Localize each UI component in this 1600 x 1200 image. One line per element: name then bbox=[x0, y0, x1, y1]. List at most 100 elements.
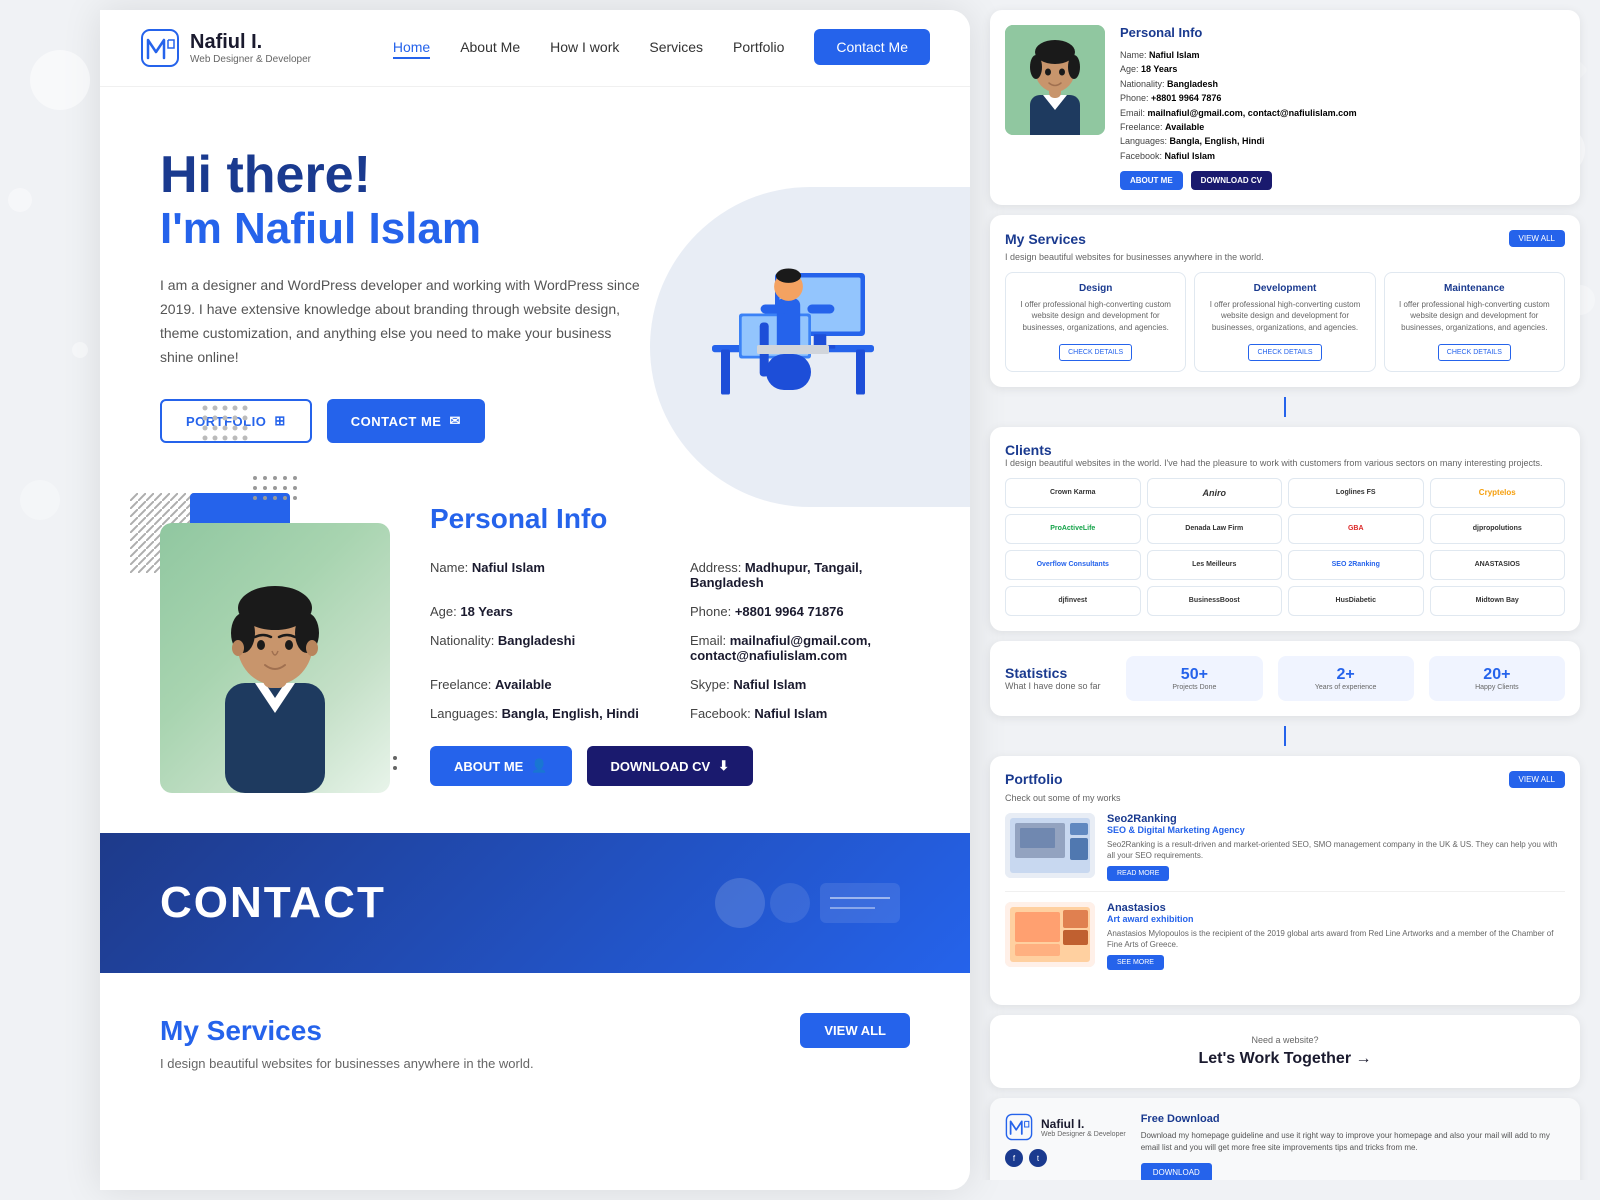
client-businessboost: BusinessBoost bbox=[1147, 586, 1283, 616]
work-together-subtitle: Need a website? bbox=[1010, 1035, 1560, 1045]
client-loglines: Loglines FS bbox=[1288, 478, 1424, 508]
work-together-section: Need a website? Let's Work Together → bbox=[990, 1015, 1580, 1088]
desk-illustration bbox=[640, 165, 910, 399]
about-me-button[interactable]: ABOUT ME 👤 bbox=[430, 746, 572, 786]
info-age: Age: 18 Years bbox=[430, 604, 650, 619]
service-design-desc: I offer professional high-converting cus… bbox=[1014, 299, 1177, 333]
right-services-title: My Services bbox=[1005, 231, 1086, 247]
service-dev-btn[interactable]: CHECK DETAILS bbox=[1248, 344, 1321, 361]
client-crown-karma: Crown Karma bbox=[1005, 478, 1141, 508]
service-maint-title: Maintenance bbox=[1393, 283, 1556, 294]
logo-name: Nafiul I. bbox=[190, 31, 262, 53]
divider-2 bbox=[1284, 726, 1286, 746]
nav-contact-me[interactable]: Contact Me bbox=[814, 29, 930, 65]
portfolio-item-1: Seo2Ranking SEO & Digital Marketing Agen… bbox=[1005, 813, 1565, 892]
right-panel: Personal Info Name: Nafiul Islam Age: 18… bbox=[970, 0, 1600, 1180]
portfolio-name-1: Seo2Ranking bbox=[1107, 813, 1565, 825]
nav-about-me[interactable]: About Me bbox=[460, 39, 520, 55]
footer-download-area: Free Download Download my homepage guide… bbox=[1141, 1113, 1565, 1180]
stats-title: Statistics bbox=[1005, 665, 1111, 681]
profile-photo-small bbox=[1005, 25, 1105, 135]
portfolio-thumb-2-svg bbox=[1005, 902, 1095, 967]
client-midtown: Midtown Bay bbox=[1430, 586, 1566, 616]
dots-grid bbox=[250, 473, 310, 523]
portfolio-desc-1: Seo2Ranking is a result-driven and marke… bbox=[1107, 839, 1565, 861]
portfolio-desc-2: Anastasios Mylopoulos is the recipient o… bbox=[1107, 928, 1565, 950]
client-overflow: Overflow Consultants bbox=[1005, 550, 1141, 580]
footer-free-title: Free Download bbox=[1141, 1113, 1565, 1125]
portfolio-title: Portfolio bbox=[1005, 771, 1063, 787]
services-header: My Services VIEW ALL bbox=[160, 1013, 910, 1048]
stat-experience-number: 2+ bbox=[1293, 666, 1399, 684]
services-section: My Services VIEW ALL I design beautiful … bbox=[100, 973, 970, 1121]
download-cv-button-label: DOWNLOAD CV bbox=[611, 759, 711, 774]
personal-info-section: Personal Info Name: Nafiul Islam Address… bbox=[100, 483, 970, 833]
twitter-icon[interactable]: t bbox=[1029, 1149, 1047, 1167]
client-djfinvest: djfinvest bbox=[1005, 586, 1141, 616]
main-website-panel: Nafiul I. Web Designer & Developer Home … bbox=[100, 10, 970, 1190]
logo-tagline: Web Designer & Developer bbox=[190, 54, 311, 65]
nav-home[interactable]: Home bbox=[393, 39, 430, 59]
portfolio-see-more-2[interactable]: SEE MORE bbox=[1107, 955, 1164, 970]
contact-banner: CONTACT bbox=[100, 833, 970, 973]
client-proactive: ProActiveLife bbox=[1005, 514, 1141, 544]
view-all-services-button[interactable]: VIEW ALL bbox=[800, 1013, 910, 1048]
stat-projects-label: Projects Done bbox=[1141, 684, 1247, 691]
client-anastasios: ANASTASIOS bbox=[1430, 550, 1566, 580]
contact-me-button[interactable]: CONTACT ME ✉ bbox=[327, 399, 485, 443]
service-maint-desc: I offer professional high-converting cus… bbox=[1393, 299, 1556, 333]
facebook-icon[interactable]: f bbox=[1005, 1149, 1023, 1167]
client-gba: GBA bbox=[1288, 514, 1424, 544]
portfolio-view-all-button[interactable]: VIEW ALL bbox=[1509, 771, 1565, 788]
download-cv-button[interactable]: DOWNLOAD CV ⬇ bbox=[587, 746, 754, 786]
portfolio-cat-1: SEO & Digital Marketing Agency bbox=[1107, 825, 1565, 835]
profile-about-button[interactable]: ABOUT ME bbox=[1120, 171, 1183, 190]
client-cryptelos: Cryptelos bbox=[1430, 478, 1566, 508]
info-facebook: Facebook: Nafiul Islam bbox=[690, 706, 910, 721]
about-me-button-label: ABOUT ME bbox=[454, 759, 523, 774]
info-grid: Name: Nafiul Islam Address: Madhupur, Ta… bbox=[430, 560, 910, 721]
personal-info-right: Personal Info Name: Nafiul Islam Address… bbox=[430, 503, 910, 786]
portfolio-thumb-2 bbox=[1005, 902, 1095, 967]
nav-links: Home About Me How I work Services Portfo… bbox=[393, 39, 930, 57]
stat-clients-number: 20+ bbox=[1444, 666, 1550, 684]
info-buttons: ABOUT ME 👤 DOWNLOAD CV ⬇ bbox=[430, 746, 910, 786]
client-husdiabetic: HusDiabetic bbox=[1288, 586, 1424, 616]
client-denada: Denada Law Firm bbox=[1147, 514, 1283, 544]
footer-left: Nafiul I. Web Designer & Developer f t bbox=[1005, 1113, 1126, 1180]
info-freelance: Freelance: Available bbox=[430, 677, 650, 692]
services-subtitle: I design beautiful websites for business… bbox=[160, 1056, 910, 1071]
service-card-design: Design I offer professional high-convert… bbox=[1005, 272, 1186, 372]
nav-portfolio[interactable]: Portfolio bbox=[733, 39, 784, 55]
profile-photo-small-svg bbox=[1005, 25, 1105, 135]
nav-services[interactable]: Services bbox=[649, 39, 703, 55]
service-maint-btn[interactable]: CHECK DETAILS bbox=[1438, 344, 1511, 361]
services-grid-right: Design I offer professional high-convert… bbox=[1005, 272, 1565, 372]
info-nationality: Nationality: Bangladeshi bbox=[430, 633, 650, 663]
stat-experience: 2+ Years of experience bbox=[1278, 656, 1414, 701]
profile-download-button[interactable]: DOWNLOAD CV bbox=[1191, 171, 1272, 190]
hero-name: I'm Nafiul Islam bbox=[160, 204, 640, 254]
portfolio-info-2: Anastasios Art award exhibition Anastasi… bbox=[1107, 902, 1565, 970]
portfolio-read-more-1[interactable]: READ MORE bbox=[1107, 866, 1169, 881]
hero-illustration bbox=[640, 165, 910, 425]
right-view-all-button[interactable]: VIEW ALL bbox=[1509, 230, 1565, 247]
logo-icon bbox=[140, 28, 180, 68]
service-design-btn[interactable]: CHECK DETAILS bbox=[1059, 344, 1132, 361]
portfolio-info-1: Seo2Ranking SEO & Digital Marketing Agen… bbox=[1107, 813, 1565, 881]
nav-how-i-work[interactable]: How I work bbox=[550, 39, 619, 55]
profile-card-title: Personal Info bbox=[1120, 25, 1565, 40]
hero-content: Hi there! I'm Nafiul Islam I am a design… bbox=[160, 147, 640, 443]
photo-container bbox=[160, 503, 390, 793]
logo: Nafiul I. Web Designer & Developer bbox=[140, 28, 311, 68]
contact-banner-title: CONTACT bbox=[160, 878, 386, 928]
portfolio-item-2: Anastasios Art award exhibition Anastasi… bbox=[1005, 902, 1565, 980]
service-card-maintenance: Maintenance I offer professional high-co… bbox=[1384, 272, 1565, 372]
footer-download-button[interactable]: DOWNLOAD bbox=[1141, 1163, 1212, 1180]
portfolio-thumb-1-svg bbox=[1005, 813, 1095, 878]
info-skype: Skype: Nafiul Islam bbox=[690, 677, 910, 692]
download-icon: ⬇ bbox=[718, 758, 729, 774]
contact-button-label: CONTACT ME bbox=[351, 414, 442, 429]
portfolio-name-2: Anastasios bbox=[1107, 902, 1565, 914]
person-icon: 👤 bbox=[531, 758, 547, 774]
